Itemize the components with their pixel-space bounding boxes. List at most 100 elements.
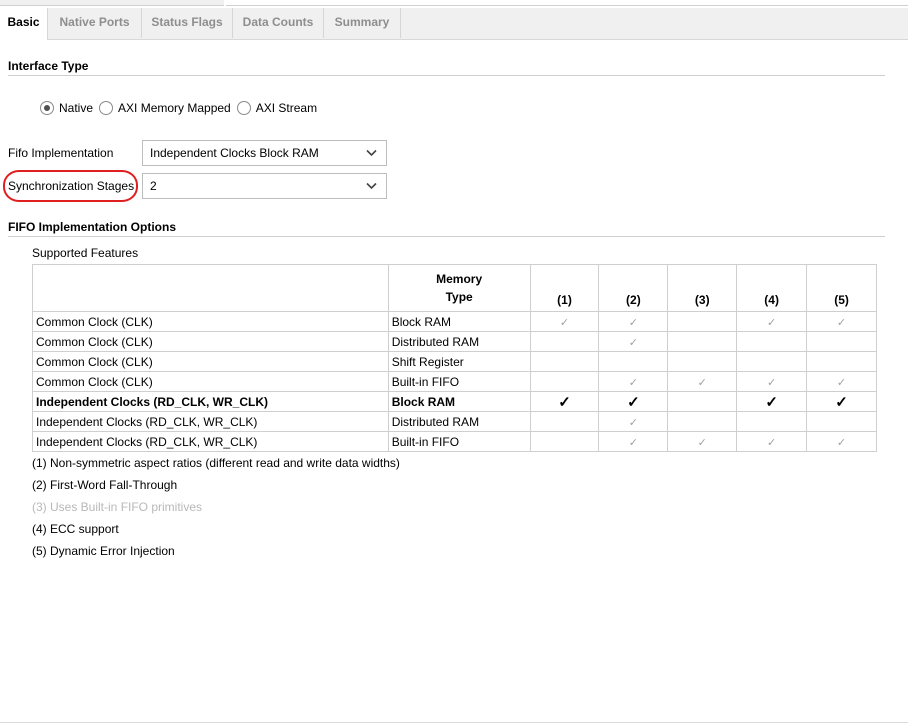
memory-type-cell: Block RAM — [387, 311, 531, 332]
feature-cell: ✓ — [598, 371, 669, 392]
feature-cell: ✓ — [667, 431, 738, 452]
table-row: Independent Clocks (RD_CLK, WR_CLK) Distr… — [32, 411, 877, 432]
tab-native-ports[interactable]: Native Ports — [48, 8, 142, 38]
feature-note: (2) First-Word Fall-Through — [32, 478, 178, 492]
tab-data-counts[interactable]: Data Counts — [233, 8, 324, 38]
memory-type-cell: Distributed RAM — [387, 411, 531, 432]
chevron-down-icon — [366, 182, 377, 190]
tab-summary[interactable]: Summary — [324, 8, 401, 38]
feature-cell — [736, 351, 808, 372]
check-icon: ✓ — [628, 416, 638, 429]
feature-cell: ✓ — [598, 411, 669, 432]
table-header: (4) — [736, 264, 808, 312]
interface-type-radio-group: Native AXI Memory Mapped AXI Stream — [40, 99, 323, 117]
sync-stages-select[interactable]: 2 — [142, 173, 387, 199]
feature-cell: ✓ — [598, 431, 669, 452]
fifo-options-title: FIFO Implementation Options — [8, 220, 176, 234]
feature-cell — [529, 431, 600, 452]
table-header: (1) — [529, 264, 600, 312]
feature-cell — [598, 351, 669, 372]
tab-bar: Basic Native Ports Status Flags Data Cou… — [0, 8, 908, 40]
check-icon: ✓ — [628, 316, 638, 329]
feature-cell — [667, 351, 738, 372]
check-icon: ✓ — [628, 436, 638, 449]
feature-cell: ✓ — [806, 311, 877, 332]
table-header: (5) — [806, 264, 877, 312]
check-icon: ✓ — [765, 393, 778, 411]
feature-cell: ✓ — [667, 371, 738, 392]
feature-cell: ✓ — [806, 431, 877, 452]
table-row: Common Clock (CLK) Block RAM ✓ ✓ ✓ ✓ — [32, 311, 877, 332]
sync-stages-value: 2 — [150, 179, 157, 193]
clock-cell: Common Clock (CLK) — [32, 351, 389, 372]
check-icon: ✓ — [767, 376, 777, 389]
memory-type-cell: Built-in FIFO — [387, 431, 531, 452]
native-radio-label[interactable]: Native — [59, 101, 93, 115]
feature-cell: ✓ — [529, 391, 600, 412]
check-icon: ✓ — [836, 316, 847, 329]
feature-cell: ✓ — [806, 371, 877, 392]
native-radio[interactable] — [40, 101, 54, 115]
feature-cell — [529, 331, 600, 352]
feature-cell: ✓ — [806, 391, 877, 412]
divider — [0, 722, 908, 723]
feature-cell: ✓ — [598, 311, 669, 332]
table-header-row: Memory Type (1) (2) (3) (4) (5) — [32, 264, 877, 312]
table-header: (2) — [598, 264, 669, 312]
feature-cell: ✓ — [598, 391, 669, 412]
feature-cell — [529, 411, 600, 432]
check-icon: ✓ — [628, 376, 638, 389]
memory-type-cell: Shift Register — [387, 351, 531, 372]
feature-note: (3) Uses Built-in FIFO primitives — [32, 500, 203, 514]
check-icon: ✓ — [697, 436, 707, 449]
top-strip — [0, 0, 908, 8]
feature-cell — [806, 411, 877, 432]
table-header: (3) — [667, 264, 738, 312]
check-icon: ✓ — [627, 393, 640, 411]
feature-note: (5) Dynamic Error Injection — [32, 544, 175, 558]
clock-cell: Common Clock (CLK) — [32, 371, 389, 392]
sync-stages-label: Synchronization Stages — [8, 179, 135, 193]
memory-type-cell: Block RAM — [387, 391, 531, 412]
table-header-memory-type: Memory Type — [387, 264, 531, 312]
check-icon: ✓ — [697, 376, 707, 389]
table-row: Common Clock (CLK) Distributed RAM ✓ — [32, 331, 877, 352]
axi-stream-radio[interactable] — [236, 101, 251, 115]
clock-cell: Independent Clocks (RD_CLK, WR_CLK) — [32, 391, 389, 412]
supported-features-label: Supported Features — [32, 246, 139, 260]
fifo-implementation-value: Independent Clocks Block RAM — [150, 146, 319, 160]
interface-type-title: Interface Type — [8, 59, 89, 73]
fifo-implementation-select[interactable]: Independent Clocks Block RAM — [142, 140, 387, 166]
feature-note: (1) Non-symmetric aspect ratios (differe… — [32, 456, 400, 470]
tab-basic[interactable]: Basic — [0, 8, 48, 40]
check-icon: ✓ — [836, 436, 847, 449]
axi-memory-mapped-radio-label[interactable]: AXI Memory Mapped — [118, 101, 231, 115]
axi-memory-mapped-radio[interactable] — [99, 101, 114, 115]
fifo-implementation-label: Fifo Implementation — [8, 146, 114, 160]
check-icon: ✓ — [835, 393, 848, 411]
check-icon: ✓ — [767, 316, 777, 329]
feature-cell — [667, 331, 738, 352]
table-row: Independent Clocks (RD_CLK, WR_CLK) Block… — [32, 391, 877, 412]
check-icon: ✓ — [558, 393, 571, 411]
feature-cell: ✓ — [529, 311, 600, 332]
memory-type-cell: Distributed RAM — [387, 331, 531, 352]
feature-cell — [806, 351, 877, 372]
table-row: Common Clock (CLK) Shift Register — [32, 351, 877, 372]
memory-type-cell: Built-in FIFO — [387, 371, 531, 392]
feature-cell: ✓ — [598, 331, 669, 352]
feature-cell — [667, 311, 738, 332]
tab-status-flags[interactable]: Status Flags — [142, 8, 233, 38]
axi-stream-radio-label[interactable]: AXI Stream — [256, 101, 317, 115]
check-icon: ✓ — [559, 316, 570, 329]
clock-cell: Independent Clocks (RD_CLK, WR_CLK) — [32, 411, 389, 432]
clock-cell: Common Clock (CLK) — [32, 331, 389, 352]
chevron-down-icon — [366, 149, 377, 157]
feature-cell — [806, 331, 877, 352]
feature-cell: ✓ — [736, 371, 808, 392]
table-row: Common Clock (CLK) Built-in FIFO ✓ ✓ ✓ ✓ — [32, 371, 877, 392]
feature-cell: ✓ — [736, 311, 808, 332]
feature-note: (4) ECC support — [32, 522, 119, 536]
feature-cell — [667, 411, 738, 432]
clock-cell: Common Clock (CLK) — [32, 311, 389, 332]
